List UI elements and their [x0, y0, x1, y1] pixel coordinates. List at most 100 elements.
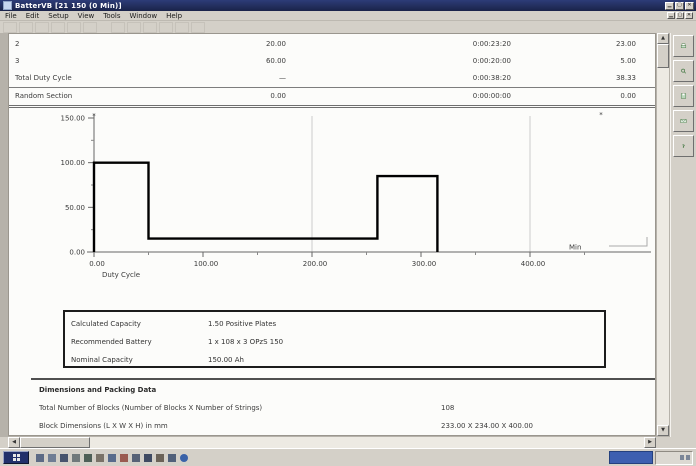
- scroll-up-icon[interactable]: ▲: [657, 33, 669, 44]
- duty-cycle-table: 2 20.00 0:00:23:20 23.00 3 60.00 0:00:20…: [9, 36, 655, 108]
- tray-icon[interactable]: [680, 455, 684, 460]
- taskbar: [0, 448, 696, 466]
- quick-launch: [35, 452, 189, 463]
- side-toolbar: ?: [670, 33, 696, 437]
- svg-text:100.00: 100.00: [194, 260, 219, 268]
- copy-icon[interactable]: [83, 22, 97, 33]
- start-button[interactable]: [3, 451, 29, 464]
- svg-text:100.00: 100.00: [61, 159, 86, 167]
- dimension-row: Total Number of Blocks (Number of Blocks…: [39, 404, 651, 412]
- mdi-restore-icon[interactable]: ▢: [676, 12, 684, 19]
- result-row: Nominal Capacity 150.00 Ah: [65, 351, 604, 369]
- scroll-left-icon[interactable]: ◀: [8, 437, 20, 448]
- svg-text:200.00: 200.00: [303, 260, 328, 268]
- minutes-value: 38.33: [511, 70, 636, 87]
- maximize-icon[interactable]: ▢: [675, 2, 684, 10]
- active-task-button[interactable]: [609, 451, 653, 464]
- result-label: Recommended Battery: [71, 333, 208, 351]
- printer-icon[interactable]: [673, 35, 694, 57]
- menu-item[interactable]: File: [5, 12, 17, 20]
- tray-icon[interactable]: [686, 455, 690, 460]
- print-icon[interactable]: [51, 22, 65, 33]
- quicklaunch-icon[interactable]: [71, 452, 81, 463]
- load-value: 60.00: [165, 53, 286, 70]
- app-icon: [3, 1, 12, 10]
- preview-icon[interactable]: [67, 22, 81, 33]
- minutes-value: 23.00: [511, 36, 636, 53]
- menubar: File Edit Setup View Tools Window Help ▁…: [0, 11, 696, 21]
- horizontal-scrollbar[interactable]: ◀ ▶: [8, 437, 656, 448]
- dimension-row: Block Dimensions (L X W X H) in mm 233.0…: [39, 422, 651, 430]
- period-label: 3: [9, 53, 165, 70]
- menu-item[interactable]: Help: [166, 12, 182, 20]
- section-divider: [31, 378, 655, 380]
- vertical-scrollbar-thumb[interactable]: [657, 44, 669, 68]
- svg-text:300.00: 300.00: [412, 260, 437, 268]
- results-box: Calculated Capacity 1.50 Positive Plates…: [63, 310, 606, 368]
- scroll-down-icon[interactable]: ▼: [657, 425, 669, 436]
- duration-value: 0:00:38:20: [286, 70, 511, 87]
- help-icon[interactable]: ?: [673, 135, 694, 157]
- menu-item[interactable]: Setup: [48, 12, 68, 20]
- quicklaunch-icon[interactable]: [119, 452, 129, 463]
- text-t-icon[interactable]: T: [191, 22, 205, 33]
- result-row: Recommended Battery 1 x 108 x 3 OPzS 150: [65, 333, 604, 351]
- minutes-value: 0.00: [511, 88, 636, 105]
- quicklaunch-icon[interactable]: [131, 452, 141, 463]
- quicklaunch-icon[interactable]: [143, 452, 153, 463]
- system-tray[interactable]: [655, 451, 693, 465]
- menu-item[interactable]: Window: [130, 12, 158, 20]
- result-value: 1.50 Positive Plates: [208, 315, 604, 333]
- dimension-value: 108: [441, 404, 651, 412]
- period-label: Total Duty Cycle: [9, 70, 165, 87]
- text-a-icon[interactable]: A: [175, 22, 189, 33]
- quicklaunch-icon[interactable]: [155, 452, 165, 463]
- windows-flag-icon: [13, 454, 20, 461]
- quicklaunch-icon[interactable]: [179, 452, 189, 463]
- workarea: 2 20.00 0:00:23:20 23.00 3 60.00 0:00:20…: [0, 33, 696, 437]
- pointer-icon[interactable]: [159, 22, 173, 33]
- quicklaunch-icon[interactable]: [167, 452, 177, 463]
- quicklaunch-icon[interactable]: [107, 452, 117, 463]
- close-icon[interactable]: ✕: [685, 2, 694, 10]
- svg-text:150.00: 150.00: [61, 115, 86, 123]
- quicklaunch-icon[interactable]: [95, 452, 105, 463]
- dimension-label: Total Number of Blocks (Number of Blocks…: [39, 404, 441, 412]
- menu-item[interactable]: Edit: [26, 12, 40, 20]
- table-row-total: Total Duty Cycle — 0:00:38:20 38.33: [9, 70, 655, 88]
- table-icon[interactable]: [143, 22, 157, 33]
- period-label: Random Section: [9, 88, 165, 105]
- result-label: Nominal Capacity: [71, 351, 208, 369]
- result-value: 150.00 Ah: [208, 351, 604, 369]
- menu-item[interactable]: Tools: [103, 12, 120, 20]
- quicklaunch-icon[interactable]: [59, 452, 69, 463]
- svg-text:0.00: 0.00: [89, 260, 105, 268]
- chart-icon[interactable]: [127, 22, 141, 33]
- dimension-value: 233.00 X 234.00 X 400.00: [441, 422, 651, 430]
- quicklaunch-icon[interactable]: [47, 452, 57, 463]
- save-icon[interactable]: [35, 22, 49, 33]
- horizontal-scrollbar-thumb[interactable]: [20, 437, 90, 448]
- mdi-minimize-icon[interactable]: ▁: [667, 12, 675, 19]
- menu-item[interactable]: View: [78, 12, 95, 20]
- zoom-icon[interactable]: [111, 22, 125, 33]
- duration-value: 0:00:23:20: [286, 36, 511, 53]
- svg-text:Duty Cycle: Duty Cycle: [102, 271, 140, 279]
- quicklaunch-icon[interactable]: [83, 452, 93, 463]
- open-icon[interactable]: [19, 22, 33, 33]
- export-icon[interactable]: [673, 85, 694, 107]
- toolbar: AT: [0, 21, 696, 33]
- table-row-random: Random Section 0.00 0:00:00:00 0.00: [9, 88, 655, 108]
- dimension-label: Block Dimensions (L X W X H) in mm: [39, 422, 441, 430]
- minimize-icon[interactable]: ▁: [665, 2, 674, 10]
- new-icon[interactable]: [3, 22, 17, 33]
- magnifier-icon[interactable]: [673, 60, 694, 82]
- table-row: 3 60.00 0:00:20:00 5.00: [9, 53, 655, 70]
- scroll-right-icon[interactable]: ▶: [644, 437, 656, 448]
- mdi-close-icon[interactable]: ✕: [685, 12, 693, 19]
- mdi-window-controls: ▁ ▢ ✕: [667, 12, 696, 19]
- svg-text:0.00: 0.00: [69, 249, 85, 257]
- vertical-scrollbar[interactable]: ▲ ▼: [657, 33, 669, 436]
- quicklaunch-icon[interactable]: [35, 452, 45, 463]
- mail-icon[interactable]: [673, 110, 694, 132]
